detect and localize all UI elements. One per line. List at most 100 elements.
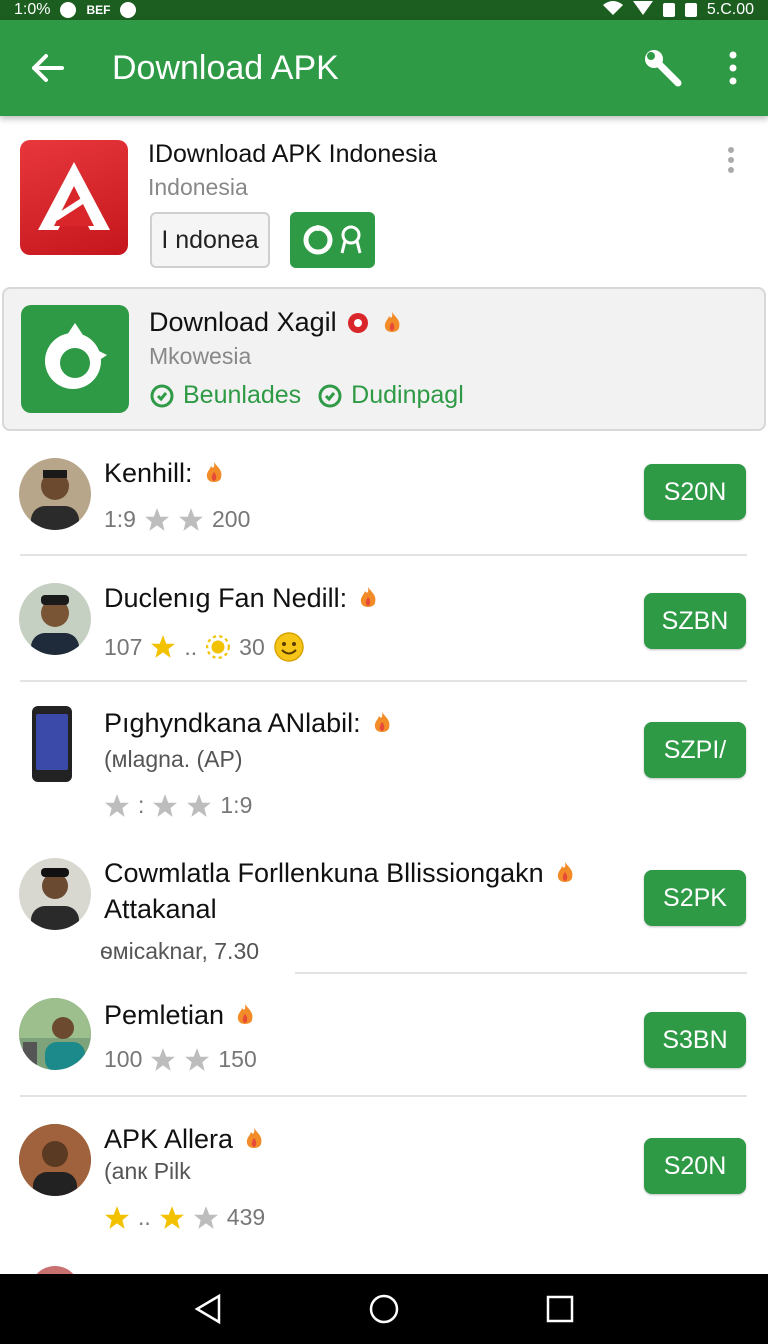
item-count: 30	[239, 633, 265, 660]
item-count: 1:9	[220, 792, 253, 818]
card-overflow-button[interactable]	[716, 140, 746, 180]
item-title: Pıghyndkana ANlabil:	[104, 706, 395, 740]
install-button[interactable]: S3BN	[644, 1012, 746, 1068]
notification-icon	[60, 2, 77, 18]
smile-icon	[274, 632, 304, 662]
list-item[interactable]: Cowmlatla Forllenkuna Bllissiongakn Atta…	[0, 852, 768, 972]
chat-bubble-icon	[318, 384, 342, 407]
featured-app-card[interactable]: IDownload APK Indonesia Indonesia I ndon…	[0, 128, 768, 278]
app-bar: Download APK	[0, 20, 768, 116]
badge-chip[interactable]	[290, 212, 375, 268]
star-icon	[185, 1047, 210, 1071]
install-button[interactable]: SZBN	[644, 593, 746, 649]
nav-back-button[interactable]	[183, 1284, 233, 1334]
star-icon	[193, 1205, 218, 1229]
fire-icon	[237, 1004, 253, 1024]
wrench-icon	[645, 50, 682, 87]
avatar	[19, 998, 91, 1070]
region-chip[interactable]: I ndonea	[150, 212, 270, 268]
more-vert-icon	[729, 51, 737, 85]
more-vert-icon	[728, 147, 734, 153]
phone-thumbnail	[32, 706, 72, 782]
list-item[interactable]: APK Allera (anк Pilk .. 439 S20N	[0, 1116, 768, 1246]
status-left-text: 1:0%	[14, 1, 51, 18]
item-count: 200	[211, 506, 251, 532]
back-button[interactable]	[12, 20, 82, 116]
fire-icon	[206, 462, 222, 482]
highlighted-app-card[interactable]: Download Xagil Mkowesia Beunlades Dudinp…	[2, 287, 766, 431]
list-item[interactable]: Pıghyndkana ANlabil: (мlagna. (AP) : 1:9…	[0, 700, 768, 836]
item-meta: 100 150	[104, 1046, 257, 1073]
item-title: Cowmlatla Forllenkuna Bllissiongakn	[104, 856, 578, 890]
item-dots: ..	[184, 633, 198, 660]
page-title: Download APK	[112, 48, 339, 87]
link-details[interactable]: Dudinpagl	[317, 381, 464, 410]
highlighted-app-name: Download Xagil	[149, 307, 337, 337]
highlighted-app-links: Beunlades Dudinpagl	[149, 381, 464, 410]
item-meta: 1:9 200	[104, 506, 250, 533]
item-title: APK Allera	[104, 1122, 267, 1156]
item-title-text: APK Allera	[104, 1124, 234, 1154]
install-button[interactable]: S20N	[644, 1138, 746, 1194]
avatar	[19, 858, 91, 930]
list-item[interactable]: Pemletian 100 150 S3BN	[0, 992, 768, 1096]
sim-icon	[662, 3, 675, 17]
item-title: Duclenıg Fan Nedill:	[104, 581, 381, 615]
list-item[interactable]: Kenhill: 1:9 200 S20N	[0, 450, 768, 556]
status-time: 5.C.00	[706, 1, 754, 18]
fire-icon	[384, 311, 400, 332]
item-title-text: Cowmlatla Forllenkuna Bllissiongakn	[104, 858, 544, 888]
app-logo-red	[20, 140, 128, 255]
highlighted-app-title: Download Xagil	[149, 307, 405, 338]
link-details-label: Dudinpagl	[351, 381, 464, 409]
fire-icon	[557, 862, 573, 882]
award-icon	[340, 225, 361, 254]
search-button[interactable]	[628, 20, 698, 116]
star-icon	[105, 1205, 129, 1229]
item-dots: :	[138, 792, 145, 818]
app-logo-green	[21, 305, 129, 413]
item-meta: .. 439	[104, 1204, 265, 1231]
item-rating: 100	[104, 1046, 143, 1072]
item-count: 150	[218, 1046, 257, 1072]
star-icon	[151, 1047, 176, 1071]
divider	[295, 972, 747, 974]
square-recents-icon	[546, 1295, 574, 1323]
install-button[interactable]: S2PK	[644, 870, 746, 926]
gear-icon	[303, 225, 332, 255]
item-meta: 107 .. 30	[104, 631, 305, 663]
star-icon	[179, 507, 203, 531]
arrow-back-icon	[32, 54, 64, 82]
item-dots: ..	[138, 1204, 151, 1230]
fire-icon	[374, 712, 390, 732]
item-rating: 107	[104, 633, 143, 660]
nav-recents-button[interactable]	[535, 1284, 585, 1334]
star-icon	[159, 1205, 184, 1229]
avatar	[19, 458, 91, 530]
nav-home-button[interactable]	[359, 1284, 409, 1334]
status-bar: 1:0% BEF 5.C.00	[0, 0, 768, 20]
divider	[20, 680, 747, 682]
list-item[interactable]: Duclenıg Fan Nedill: 107 .. 30 SZBN	[0, 575, 768, 681]
fire-icon	[360, 587, 376, 607]
overflow-menu-button[interactable]	[698, 20, 768, 116]
divider	[20, 1095, 747, 1097]
featured-app-title: IDownload APK Indonesia	[148, 140, 438, 168]
item-title-line2: Attakanal	[104, 894, 217, 924]
next-row-peek	[0, 1250, 768, 1274]
item-title-text: Duclenıg Fan Nedill:	[104, 583, 348, 613]
star-icon	[105, 793, 129, 817]
item-rating: 1:9	[104, 506, 136, 532]
circle-home-icon	[369, 1294, 399, 1324]
star-icon	[187, 793, 212, 817]
item-title: Kenhill:	[104, 456, 227, 490]
link-download[interactable]: Beunlades	[149, 381, 301, 410]
install-button[interactable]: S20N	[644, 464, 746, 520]
fire-icon	[246, 1128, 262, 1148]
highlighted-app-subtitle: Mkowesia	[149, 343, 252, 369]
avatar	[19, 583, 91, 655]
item-count: 439	[226, 1204, 266, 1230]
install-button[interactable]: SZPI/	[644, 722, 746, 778]
signal-icon	[632, 0, 653, 20]
triangle-back-icon	[194, 1293, 221, 1325]
